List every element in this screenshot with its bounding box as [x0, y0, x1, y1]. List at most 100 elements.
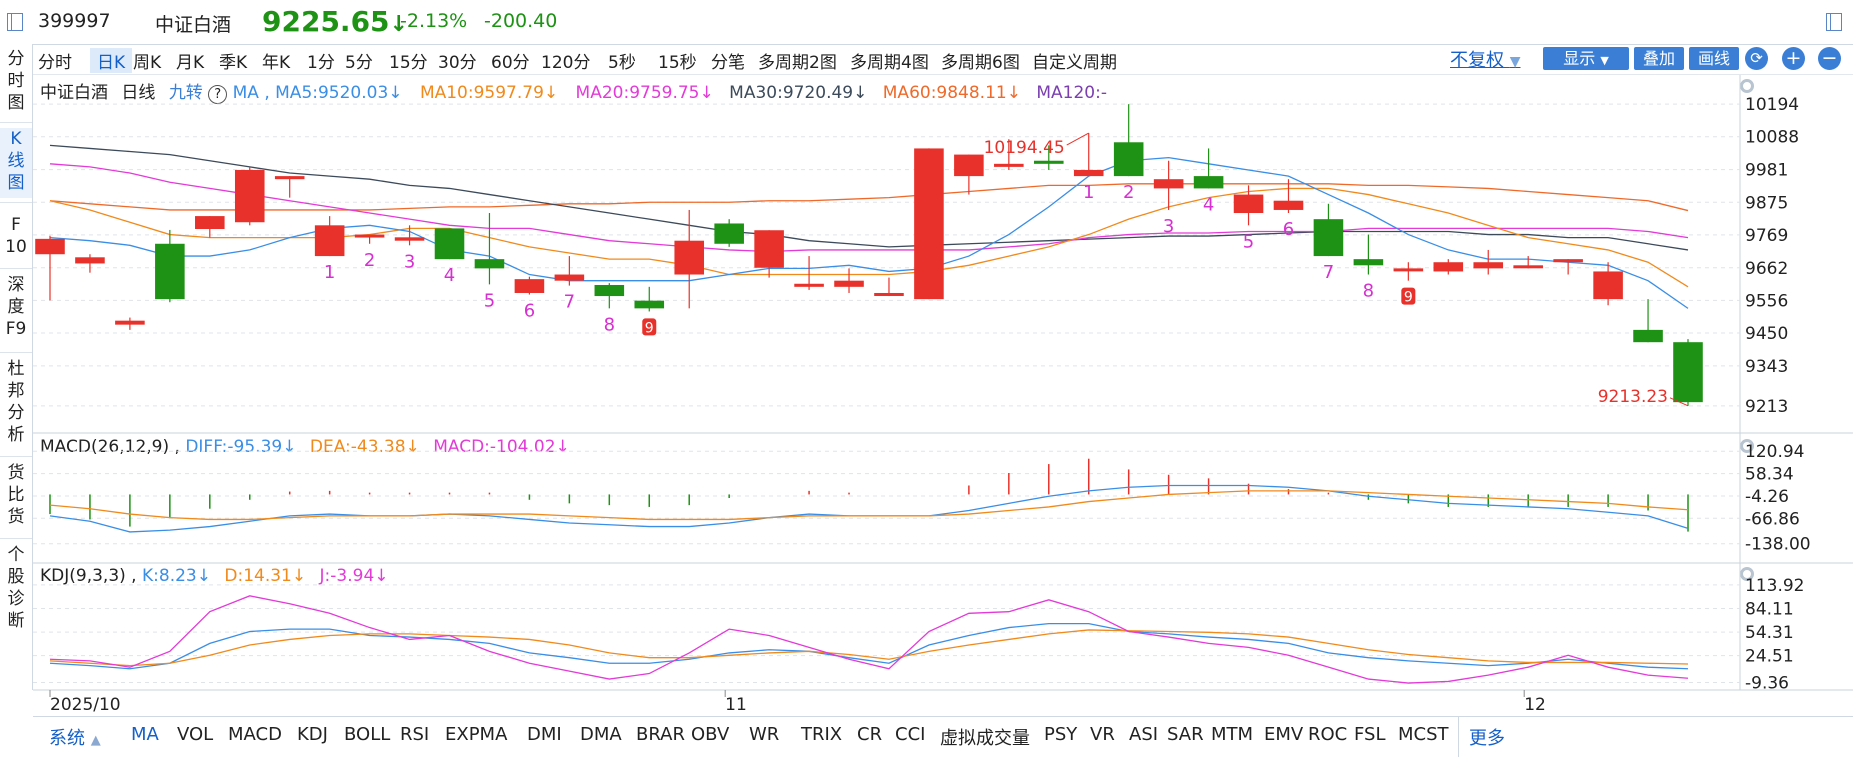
- nine-turn-label: 6: [524, 301, 535, 322]
- indicator-tab[interactable]: SAR: [1167, 724, 1204, 745]
- indicator-tab[interactable]: CCI: [895, 724, 925, 745]
- panel-toggle-icon[interactable]: [7, 13, 23, 31]
- kline-chart[interactable]: 12 345 6 78 91 2345678 910194.459213.23 101941…: [0, 0, 1853, 756]
- nine-turn-label: 9: [645, 320, 654, 336]
- ma-label: MA ,: [232, 83, 270, 103]
- candle-body: [1593, 271, 1623, 300]
- period-tab[interactable]: 日K: [90, 48, 133, 73]
- indicator-tab[interactable]: EMV: [1264, 724, 1303, 745]
- ma30-line: [49, 144, 1689, 251]
- panel-right-toggle-icon[interactable]: [1826, 13, 1842, 31]
- sidebar-item-timeshare[interactable]: 分时图: [0, 48, 32, 118]
- kline-legend: 中证白酒 日线 九转 ? MA , MA5:9520.03↓ MA10:9597…: [40, 78, 1107, 104]
- zoom-in-button[interactable]: +: [1782, 47, 1805, 70]
- indicator-tab[interactable]: DMI: [527, 724, 562, 745]
- indicator-tab[interactable]: DMA: [580, 724, 622, 745]
- stock-change-pct: -2.13%: [400, 10, 468, 32]
- indicator-tab[interactable]: CR: [857, 724, 882, 745]
- indicator-tab[interactable]: 虚拟成交量: [940, 724, 1030, 750]
- candle-body: [195, 216, 225, 230]
- indicator-tab[interactable]: MACD: [228, 724, 282, 745]
- indicator-tab[interactable]: VR: [1090, 724, 1115, 745]
- period-tab[interactable]: 60分: [491, 48, 530, 73]
- sidebar-item-dupont[interactable]: 杜邦分析: [0, 358, 32, 450]
- nine-turn-label: 5: [484, 290, 495, 311]
- sidebar-item-diagnose[interactable]: 个股诊断: [0, 544, 32, 636]
- indicator-tab[interactable]: EXPMA: [445, 724, 507, 745]
- candle-body: [1153, 179, 1184, 189]
- period-tab[interactable]: 季K: [219, 48, 247, 73]
- period-tab[interactable]: 15分: [389, 48, 428, 73]
- candle-body: [1633, 329, 1663, 343]
- period-tab[interactable]: 周K: [133, 48, 161, 73]
- nine-turn-badge: [642, 318, 657, 336]
- dea-line: [49, 490, 1689, 521]
- x-tick-label: 12: [1524, 695, 1546, 715]
- annotation-leader: [1066, 132, 1089, 146]
- show-button[interactable]: 显示 ▼: [1543, 47, 1629, 70]
- zoom-out-button[interactable]: −: [1818, 47, 1841, 70]
- indicator-tab[interactable]: MTM: [1211, 724, 1253, 745]
- indicator-tab[interactable]: FSL: [1354, 724, 1386, 745]
- indicator-tab[interactable]: ROC: [1308, 724, 1347, 745]
- sidebar-item-f10[interactable]: F 10: [0, 214, 32, 262]
- period-tab[interactable]: 120分: [541, 48, 590, 73]
- indicator-tab[interactable]: WR: [749, 724, 779, 745]
- indicator-tab[interactable]: BRAR: [636, 724, 685, 745]
- sidebar-item-kline[interactable]: K线图: [0, 128, 32, 198]
- period-tab[interactable]: 分时: [38, 48, 72, 73]
- period-tab[interactable]: 5分: [345, 48, 373, 73]
- overlay-button[interactable]: 叠加: [1634, 47, 1684, 70]
- draw-button[interactable]: 画线: [1689, 47, 1739, 70]
- dea-value: DEA:-43.38↓: [309, 437, 420, 457]
- indicator-tab[interactable]: OBV: [691, 724, 729, 745]
- period-tab[interactable]: 多周期6图: [941, 48, 1020, 73]
- help-icon[interactable]: ?: [208, 85, 228, 104]
- period-tab[interactable]: 年K: [262, 48, 290, 73]
- kdj-name: KDJ(9,3,3) ,: [40, 566, 137, 586]
- period-tab[interactable]: 月K: [176, 48, 204, 73]
- kdj-settings-icon[interactable]: [1740, 567, 1754, 581]
- y-tick-label: 9213: [1745, 397, 1788, 417]
- jiuzhuan-label[interactable]: 九转: [169, 83, 203, 103]
- ma60-value: MA60:9848.11↓: [882, 83, 1021, 103]
- period-tab[interactable]: 分笔: [711, 48, 745, 73]
- more-button[interactable]: 更多: [1469, 724, 1505, 750]
- candle-body: [714, 223, 744, 244]
- macd-settings-icon[interactable]: [1740, 439, 1754, 453]
- indicator-tab[interactable]: KDJ: [297, 724, 328, 745]
- period-tab[interactable]: 多周期2图: [758, 48, 837, 73]
- indicator-tab[interactable]: VOL: [177, 724, 213, 745]
- kline-settings-icon[interactable]: [1740, 79, 1754, 93]
- indicator-tab[interactable]: MCST: [1398, 724, 1449, 745]
- period-tab[interactable]: 1分: [307, 48, 335, 73]
- period-tab[interactable]: 自定义周期: [1032, 48, 1117, 73]
- fq-select[interactable]: 不复权 ▼: [1450, 46, 1521, 72]
- candle-body: [1233, 194, 1264, 214]
- candle-body: [1553, 259, 1583, 263]
- indicator-tab[interactable]: MA: [131, 724, 159, 745]
- candle-body: [554, 274, 585, 281]
- indicator-tab[interactable]: TRIX: [801, 724, 842, 745]
- sidebar-item-compare[interactable]: 货比货: [0, 462, 32, 532]
- refresh-icon[interactable]: ⟳: [1745, 47, 1768, 70]
- y-tick-label: 9875: [1745, 193, 1788, 213]
- sidebar-item-f9[interactable]: 深度 F9: [0, 274, 32, 344]
- indicator-tab[interactable]: PSY: [1044, 724, 1077, 745]
- y-tick-label: 10194: [1745, 95, 1799, 115]
- period-tab[interactable]: 30分: [438, 48, 477, 73]
- candle-body: [155, 243, 185, 300]
- indicator-tab[interactable]: BOLL: [344, 724, 390, 745]
- candle-body: [274, 176, 305, 180]
- indicator-tab[interactable]: RSI: [400, 724, 429, 745]
- nine-turn-label: 8: [1363, 281, 1374, 302]
- indicator-tab[interactable]: ASI: [1129, 724, 1158, 745]
- period-tab[interactable]: 5秒: [608, 48, 636, 73]
- nine-turn-label: 2: [364, 250, 375, 271]
- period-tab[interactable]: 多周期4图: [850, 48, 929, 73]
- indicator-tab[interactable]: 系统 ▲: [49, 724, 101, 750]
- candle-body: [35, 238, 65, 255]
- period-tab[interactable]: 15秒: [658, 48, 697, 73]
- ma10-line: [49, 187, 1689, 288]
- left-sidebar: 分时图 K线图 F 10 深度 F9 杜邦分析 货比货 个股诊断: [0, 44, 33, 690]
